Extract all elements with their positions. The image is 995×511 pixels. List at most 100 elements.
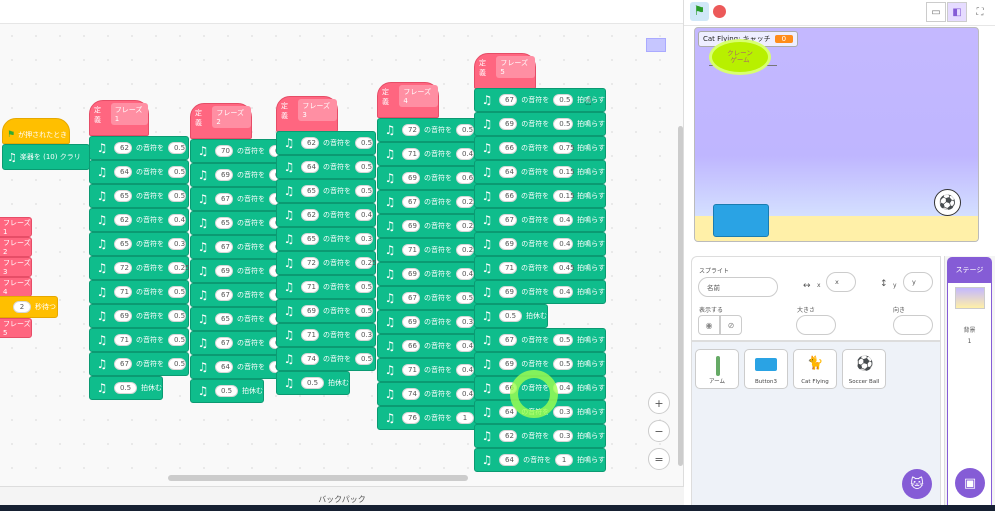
add-backdrop-button[interactable]: ▣ (955, 468, 985, 498)
note-value[interactable]: 67 (114, 357, 132, 370)
y-input[interactable]: y (903, 272, 933, 292)
sprite-tile-soccer-ball[interactable]: ⚽ Soccer Ball (842, 349, 886, 389)
note-value[interactable]: 66 (402, 339, 420, 352)
call-phrase-block[interactable]: フレーズ5 (0, 318, 32, 338)
play-note-block[interactable]: ♫76の音符を1拍鳴らす (377, 406, 506, 430)
show-visible-button[interactable]: ◉ (698, 315, 720, 335)
play-note-block[interactable]: ♫ 69の音符を0.4拍鳴らす (474, 232, 606, 256)
play-note-block[interactable]: ♫ 69の音符を0.4拍鳴らす (474, 280, 606, 304)
note-value[interactable]: 69 (114, 309, 132, 322)
beat-value[interactable]: 0.5 (168, 357, 186, 370)
beat-value[interactable]: 0.5 (168, 165, 186, 178)
stage-canvas[interactable]: Cat Flying: キャッチ 0 クレーン ゲーム ⚽ (694, 27, 979, 242)
play-note-block[interactable]: ♫69の音符を0.5拍鳴らす (190, 259, 319, 283)
note-value[interactable]: 71 (301, 280, 319, 293)
note-value[interactable]: 69 (402, 219, 420, 232)
note-value[interactable]: 76 (402, 411, 420, 424)
play-note-block[interactable]: ♫74の音符を0.4拍鳴らす (377, 382, 506, 406)
code-workspace[interactable]: ⚑ が押されたとき ♫ 楽器を (10) クラリ フレーズ1 フレーズ2 フレー… (0, 0, 684, 486)
note-value[interactable]: 65 (215, 216, 233, 229)
beat-value[interactable]: 0.5 (355, 136, 373, 149)
note-value[interactable]: 62 (301, 136, 319, 149)
define-phrase2-hat[interactable]: 定義 フレーズ2 (190, 103, 252, 139)
beat-value[interactable]: 0.3 (355, 328, 373, 341)
play-note-block[interactable]: ♫65の音符を0.5拍鳴らす (276, 179, 405, 203)
rest-block[interactable]: ♫ 0.5 拍休む (190, 379, 264, 403)
beat-value[interactable]: 0.4 (456, 147, 474, 160)
play-note-block[interactable]: ♫ 67 の音符を 0.4 拍鳴らす (474, 208, 606, 232)
horizontal-scrollbar[interactable] (168, 475, 468, 481)
play-note-block[interactable]: ♫71の音符を0.4拍鳴らす (377, 142, 506, 166)
play-note-block[interactable]: ♫67の音符を0.5拍鳴らす (190, 235, 319, 259)
play-note-block[interactable]: ♫ 64 の音符を 1 拍鳴らす (474, 448, 606, 472)
beat-value[interactable]: 0.5 (456, 123, 474, 136)
note-value[interactable]: 62 (114, 213, 132, 226)
add-sprite-button[interactable]: 🐱 (902, 469, 932, 499)
note-value[interactable]: 74 (402, 387, 420, 400)
beat-value[interactable]: 0.5 (168, 141, 186, 154)
play-note-block[interactable]: ♫ 71 の音符を 0.45 拍鳴らす (474, 256, 606, 280)
beat-value[interactable]: 0.15 (553, 165, 575, 178)
play-note-block[interactable]: ♫67の音符を0.5拍鳴らす (190, 331, 319, 355)
beat-value[interactable]: 0.4 (456, 339, 474, 352)
play-note-block[interactable]: ♫67の音符を0.5拍鳴らす (190, 283, 319, 307)
call-phrase-block[interactable]: フレーズ1 (0, 217, 32, 237)
note-value[interactable]: 69 (499, 357, 518, 370)
beat-value[interactable]: 0.25 (456, 219, 478, 232)
note-value[interactable]: 71 (114, 285, 132, 298)
play-note-block[interactable]: ♫71の音符を0.3拍鳴らす (276, 323, 405, 347)
zoom-in-button[interactable]: + (648, 392, 670, 414)
note-value[interactable]: 71 (114, 333, 132, 346)
play-note-block[interactable]: ♫72の音符を0.25拍鳴らす (89, 256, 218, 280)
note-value[interactable]: 64 (499, 165, 517, 178)
play-note-block[interactable]: ♫69の音符を0.6拍鳴らす (377, 166, 506, 190)
small-stage-button[interactable]: ▭ (926, 2, 946, 22)
note-value[interactable]: 64 (499, 453, 520, 466)
rest-value[interactable]: 0.5 (114, 381, 137, 394)
call-phrase-block[interactable]: フレーズ4 (0, 277, 32, 297)
beat-value[interactable]: 0.25 (456, 195, 478, 208)
sprite-tile-arm[interactable]: アーム (695, 349, 739, 389)
beat-value[interactable]: 0.5 (168, 189, 186, 202)
play-note-block[interactable]: ♫62の音符を0.4拍鳴らす (89, 208, 218, 232)
beat-value[interactable]: 0.4 (553, 213, 574, 226)
rest-value[interactable]: 0.5 (215, 384, 238, 397)
beat-value[interactable]: 0.75 (553, 141, 575, 154)
play-note-block[interactable]: ♫67の音符を0.5拍鳴らす (89, 352, 218, 376)
beat-value[interactable]: 0.5 (355, 280, 373, 293)
note-value[interactable]: 69 (215, 168, 233, 181)
play-note-block[interactable]: ♫62の音符を0.4拍鳴らす (276, 203, 405, 227)
note-value[interactable]: 66 (499, 141, 517, 154)
note-value[interactable]: 69 (499, 285, 518, 298)
play-note-block[interactable]: ♫65の音符を0.3拍鳴らす (276, 227, 405, 251)
play-note-block[interactable]: ♫69の音符を0.5拍鳴らす (276, 299, 405, 323)
note-value[interactable]: 71 (402, 363, 420, 376)
beat-value[interactable]: 0.25 (168, 261, 190, 274)
play-note-block[interactable]: ♫69の音符を0.5拍鳴らす (474, 112, 606, 136)
zoom-reset-button[interactable]: = (648, 448, 670, 470)
play-note-block[interactable]: ♫62の音符を0.5拍鳴らす (276, 131, 405, 155)
beat-value[interactable]: 0.35 (456, 315, 478, 328)
note-value[interactable]: 62 (499, 429, 518, 442)
play-note-block[interactable]: ♫62の音符を0.5拍鳴らす (89, 136, 218, 160)
note-value[interactable]: 67 (402, 291, 420, 304)
play-note-block[interactable]: ♫69の音符を0.35拍鳴らす (377, 310, 506, 334)
note-value[interactable]: 71 (301, 328, 319, 341)
note-value[interactable]: 62 (114, 141, 132, 154)
rest-block[interactable]: ♫ 0.5 拍休む (276, 371, 350, 395)
note-value[interactable]: 69 (402, 267, 420, 280)
note-value[interactable]: 67 (499, 213, 518, 226)
note-value[interactable]: 71 (402, 147, 420, 160)
play-note-block[interactable]: ♫71の音符を0.5拍鳴らす (89, 280, 218, 304)
note-value[interactable]: 65 (215, 312, 233, 325)
sprite-name-input[interactable]: 名前 (698, 277, 778, 297)
note-value[interactable]: 67 (402, 195, 420, 208)
note-value[interactable]: 67 (215, 288, 233, 301)
beat-value[interactable]: 0.3 (553, 405, 574, 418)
wait-value[interactable]: 2 (13, 301, 31, 313)
play-note-block[interactable]: ♫ 62 の音符を 0.3 拍鳴らす (474, 424, 606, 448)
beat-value[interactable]: 1 (555, 453, 574, 466)
play-note-block[interactable]: ♫66の音符を0.4拍鳴らす (377, 334, 506, 358)
play-note-block[interactable]: ♫71の音符を0.25拍鳴らす (377, 238, 506, 262)
note-value[interactable]: 67 (499, 93, 518, 106)
